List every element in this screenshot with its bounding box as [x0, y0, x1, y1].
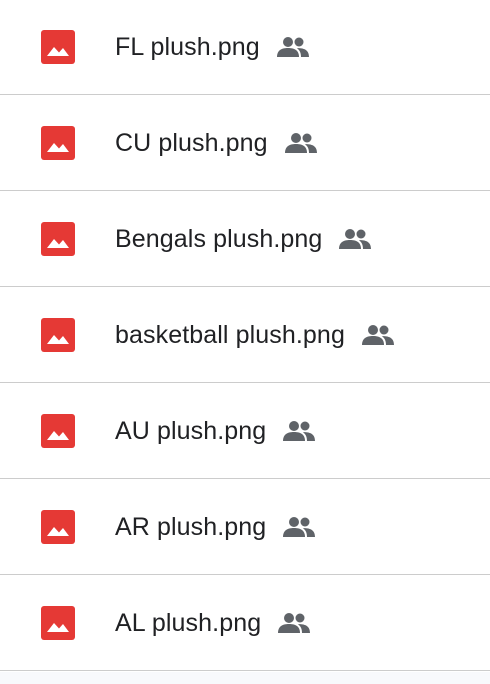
file-name-group: AL plush.png	[115, 609, 311, 638]
shared-people-icon	[276, 37, 309, 57]
file-name-group: Bengals plush.png	[115, 225, 372, 254]
file-name: Bengals plush.png	[115, 224, 323, 253]
image-file-icon	[41, 30, 75, 64]
file-row[interactable]: CU plush.png	[0, 96, 490, 191]
image-file-icon	[41, 606, 75, 640]
shared-people-icon	[361, 325, 394, 345]
image-file-icon	[41, 222, 75, 256]
image-file-icon	[41, 414, 75, 448]
file-name-group: basketball plush.png	[115, 321, 395, 350]
shared-people-icon	[339, 229, 372, 249]
file-name-group: FL plush.png	[115, 33, 310, 62]
image-file-icon	[41, 318, 75, 352]
shared-people-icon	[283, 421, 316, 441]
image-file-icon	[41, 510, 75, 544]
file-row[interactable]: Bengals plush.png	[0, 192, 490, 287]
file-row[interactable]: AU plush.png	[0, 384, 490, 479]
shared-people-icon	[283, 517, 316, 537]
image-file-icon	[41, 126, 75, 160]
file-name: AR plush.png	[115, 512, 267, 541]
file-name: AU plush.png	[115, 416, 267, 445]
file-list: FL plush.png CU plush.png Bengals plush.…	[0, 0, 490, 684]
file-name-group: AR plush.png	[115, 513, 316, 542]
file-row[interactable]: basketball plush.png	[0, 288, 490, 383]
file-row[interactable]: FL plush.png	[0, 0, 490, 95]
file-row[interactable]: AL plush.png	[0, 576, 490, 671]
file-row[interactable]: AR plush.png	[0, 480, 490, 575]
file-name-group: CU plush.png	[115, 129, 318, 158]
shared-people-icon	[278, 613, 311, 633]
file-name-group: AU plush.png	[115, 417, 316, 446]
file-name: AL plush.png	[115, 608, 262, 637]
shared-people-icon	[284, 133, 317, 153]
next-row-partial	[0, 672, 490, 684]
file-name: basketball plush.png	[115, 320, 345, 349]
file-name: FL plush.png	[115, 32, 260, 61]
file-name: CU plush.png	[115, 128, 268, 157]
